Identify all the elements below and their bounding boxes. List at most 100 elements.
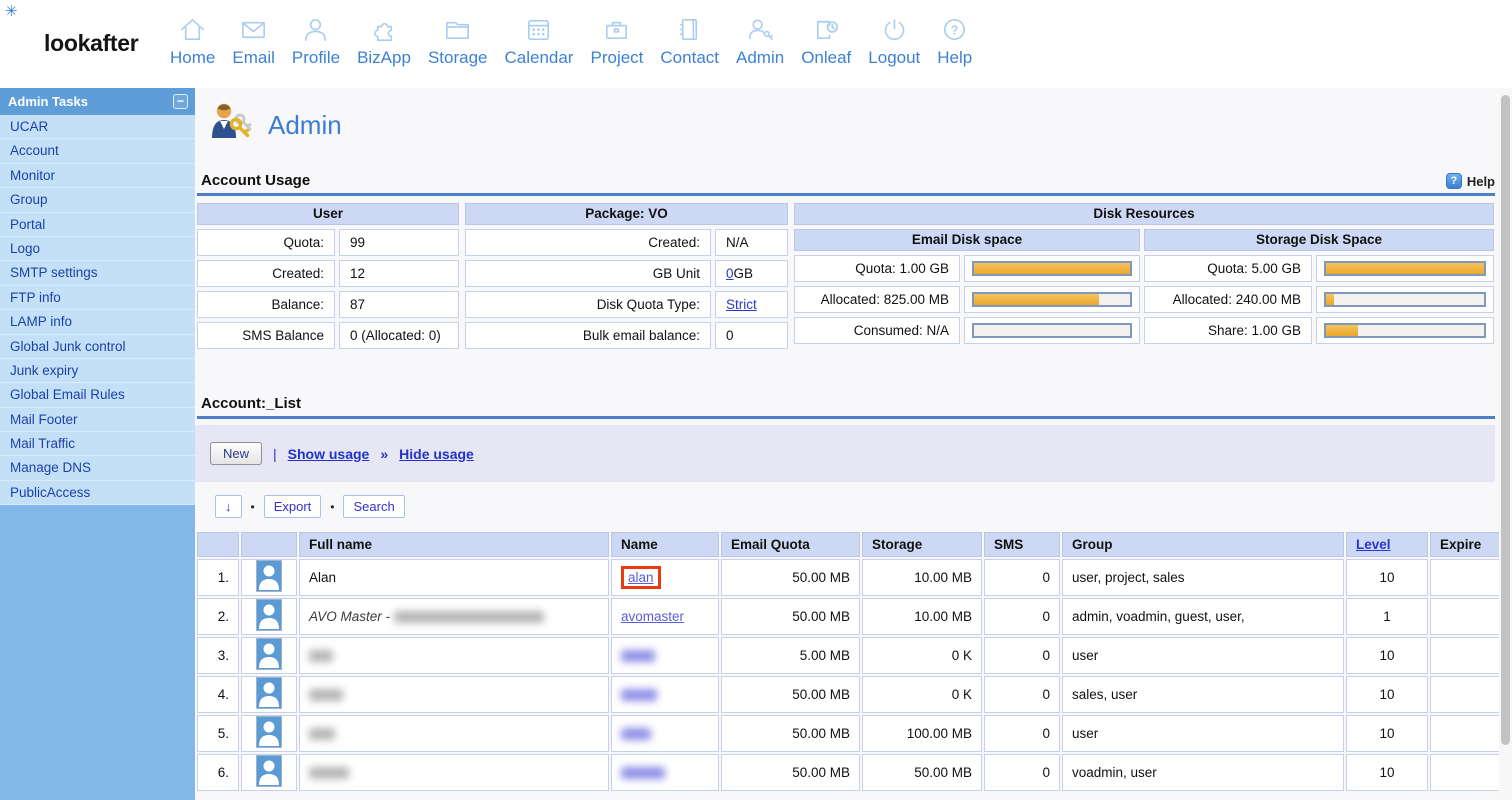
nav-item-logout[interactable]: Logout — [868, 14, 920, 68]
sidebar: Admin Tasks − UCAR Account Monitor Group Por… — [0, 88, 195, 800]
account-name-link[interactable]: alan — [628, 570, 654, 585]
scrollbar-track — [1499, 88, 1512, 800]
nav-item-calendar[interactable]: Calendar — [504, 14, 573, 68]
group-cell: sales, user — [1062, 676, 1344, 713]
sms-cell: 0 — [984, 559, 1060, 596]
full-name-cell — [299, 676, 609, 713]
account-list-toolbar: New | Show usage » Hide usage — [195, 425, 1495, 482]
export-button[interactable]: Export — [263, 495, 322, 518]
storage-disk-label: Allocated: 240.00 MB — [1144, 286, 1312, 313]
sort-button[interactable]: ↓ — [215, 495, 242, 518]
account-usage-title: Account Usage — [201, 172, 311, 189]
avatar-cell — [241, 637, 297, 674]
usage-value-link[interactable]: 0 — [726, 266, 734, 281]
nav-item-profile[interactable]: Profile — [292, 14, 340, 68]
storage-cell: 10.00 MB — [862, 559, 982, 596]
col-storage: Storage — [862, 532, 982, 557]
nav-item-email[interactable]: Email — [232, 14, 275, 68]
full-name-text: Alan — [309, 570, 337, 585]
usage-value-link[interactable]: Strict — [726, 297, 757, 312]
star-icon: ✳ — [5, 3, 18, 20]
nav-item-storage[interactable]: Storage — [428, 14, 487, 68]
usage-value: 12 — [339, 260, 459, 287]
level-cell: 10 — [1346, 559, 1428, 596]
sidebar-item-manage-dns[interactable]: Manage DNS — [0, 456, 195, 481]
email-disk-label: Quota: 1.00 GB — [794, 255, 960, 282]
collapse-icon[interactable]: − — [173, 94, 188, 109]
usage-bar — [1324, 292, 1486, 307]
sidebar-item-lamp-info[interactable]: LAMP info — [0, 310, 195, 335]
sidebar-item-publicaccess[interactable]: PublicAccess — [0, 480, 195, 506]
separator-dot: • — [250, 499, 255, 514]
user-avatar-icon — [256, 638, 282, 673]
sidebar-item-smtp-settings[interactable]: SMTP settings — [0, 261, 195, 286]
sidebar-item-ftp-info[interactable]: FTP info — [0, 285, 195, 311]
redacted-text — [309, 728, 335, 741]
sidebar-item-global-email-rules[interactable]: Global Email Rules — [0, 383, 195, 408]
col-avatar — [241, 532, 297, 557]
redacted-text — [309, 689, 343, 702]
usage-bar — [1324, 261, 1486, 276]
table-row: 5. 50.00 MB 100.00 MB 0 user 10 — [197, 715, 1512, 752]
nav-item-help[interactable]: ? Help — [937, 14, 972, 68]
hide-usage-link[interactable]: Hide usage — [399, 446, 474, 462]
help-label: Help — [1466, 173, 1495, 189]
account-list-title: Account:_List — [201, 395, 302, 412]
sidebar-item-monitor[interactable]: Monitor — [0, 163, 195, 189]
topbar: ✳ lookafter Home Email Profile BizApp Storag… — [0, 0, 1512, 88]
scrollbar-thumb[interactable] — [1501, 95, 1510, 745]
nav-item-onleaf[interactable]: Onleaf — [801, 14, 851, 68]
show-usage-link[interactable]: Show usage — [288, 446, 370, 462]
bizapp-icon — [369, 14, 400, 45]
usage-bar — [972, 292, 1132, 307]
level-cell: 10 — [1346, 676, 1428, 713]
table-row: 4. 50.00 MB 0 K 0 sales, user 10 — [197, 676, 1512, 713]
sidebar-item-global-junk-control[interactable]: Global Junk control — [0, 334, 195, 359]
account-name-link[interactable]: avomaster — [621, 609, 684, 624]
sidebar-item-mail-traffic[interactable]: Mail Traffic — [0, 432, 195, 457]
nav-item-contact[interactable]: Contact — [660, 14, 719, 68]
storage-cell: 0 K — [862, 676, 982, 713]
sidebar-item-mail-footer[interactable]: Mail Footer — [0, 407, 195, 433]
sidebar-item-logo[interactable]: Logo — [0, 236, 195, 262]
col-group: Group — [1062, 532, 1344, 557]
nav-item-project[interactable]: Project — [590, 14, 643, 68]
logout-icon — [879, 14, 910, 45]
sidebar-item-account[interactable]: Account — [0, 139, 195, 164]
name-cell: avomaster — [611, 598, 719, 635]
top-nav: Home Email Profile BizApp Storage Calendar Pro… — [170, 14, 972, 68]
nav-item-admin[interactable]: Admin — [736, 14, 784, 68]
sidebar-item-portal[interactable]: Portal — [0, 212, 195, 237]
search-button[interactable]: Search — [343, 495, 405, 518]
usage-bar — [1324, 323, 1486, 338]
help-link[interactable]: ? Help — [1445, 173, 1495, 189]
table-header-row: Full name Name Email Quota Storage SMS G… — [197, 532, 1512, 557]
level-sort-link[interactable]: Level — [1356, 537, 1391, 552]
disk-resources-header: Disk Resources — [794, 203, 1494, 225]
profile-icon — [300, 14, 331, 45]
full-name-cell: Alan — [299, 559, 609, 596]
account-usage-header: Account Usage ? Help — [201, 172, 1495, 189]
sidebar-item-group[interactable]: Group — [0, 188, 195, 213]
toolbar-separator: | — [273, 445, 277, 462]
nav-item-bizapp[interactable]: BizApp — [357, 14, 411, 68]
sidebar-item-junk-expiry[interactable]: Junk expiry — [0, 358, 195, 384]
redacted-link — [621, 650, 655, 663]
row-number: 3. — [197, 637, 239, 674]
admin-icon — [745, 14, 776, 45]
avatar-cell — [241, 754, 297, 791]
sms-cell: 0 — [984, 598, 1060, 635]
usage-label: Disk Quota Type: — [465, 291, 711, 318]
nav-item-home[interactable]: Home — [170, 14, 215, 68]
sidebar-item-ucar[interactable]: UCAR — [0, 115, 195, 140]
usage-bar — [972, 261, 1132, 276]
storage-cell: 10.00 MB — [862, 598, 982, 635]
email-disk-bar — [964, 255, 1140, 282]
new-button[interactable]: New — [210, 442, 263, 465]
usage-value: 99 — [339, 229, 459, 256]
nav-label: Admin — [736, 48, 785, 67]
sidebar-header: Admin Tasks − — [0, 88, 195, 115]
nav-label: Onleaf — [801, 48, 852, 67]
full-name-cell — [299, 715, 609, 752]
storage-disk-header: Storage Disk Space — [1144, 229, 1494, 251]
